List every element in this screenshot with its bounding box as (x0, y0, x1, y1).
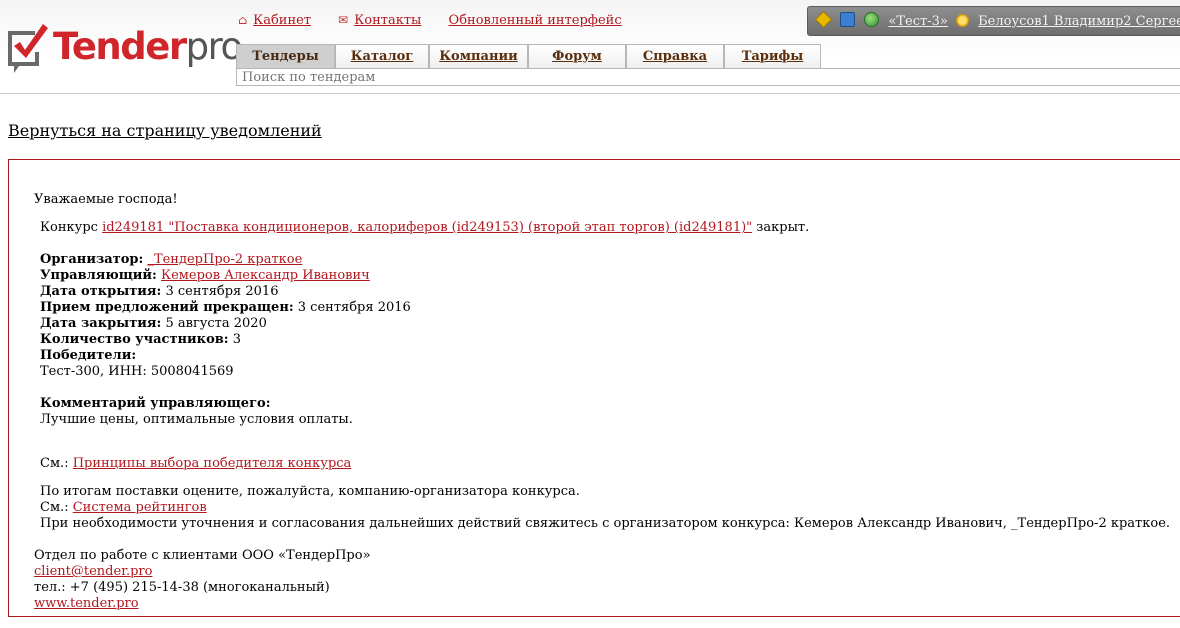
intro-suffix: закрыт. (756, 220, 810, 235)
rating-link[interactable]: Система рейтингов (73, 500, 207, 515)
participants-row: Количество участников: 3 (40, 332, 241, 348)
email-link[interactable]: client@tender.pro (34, 564, 152, 579)
tenderpro-logo[interactable]: Tenderpro (5, 22, 243, 76)
opened-row: Дата открытия: 3 сентября 2016 (40, 284, 278, 300)
email-row: client@tender.pro (34, 564, 152, 580)
back-to-notifications: Вернуться на страницу уведомлений (8, 121, 322, 140)
greeting: Уважаемые господа! (34, 192, 178, 207)
winners-value: Тест-300, ИНН: 5008041569 (40, 364, 234, 379)
logo-wordmark: Tenderpro (53, 25, 244, 69)
stopped-label: Прием предложений прекращен: (40, 300, 294, 315)
home-icon: ⌂ (238, 13, 248, 27)
participants-label: Количество участников: (40, 332, 229, 347)
tender-search-input[interactable] (236, 68, 1180, 86)
tab-catalog[interactable]: Каталог (335, 44, 429, 68)
company-link[interactable]: «Тест-3» (888, 14, 947, 29)
tab-tariffs[interactable]: Тарифы (724, 44, 821, 68)
organizer-label: Организатор: (40, 252, 144, 267)
see-label-2: См.: (40, 500, 69, 515)
opened-label: Дата открытия: (40, 284, 162, 299)
comment-label: Комментарий управляющего: (40, 396, 271, 411)
tab-tenders[interactable]: Тендеры (236, 44, 335, 68)
tender-closed-line: Конкурс id249181 "Поставка кондиционеров… (40, 220, 809, 236)
manager-label: Управляющий: (40, 268, 157, 283)
site-header: Tenderpro ⌂ Кабинет ✉ Контакты Обновленный… (0, 0, 1180, 94)
new-interface-link[interactable]: Обновленный интерфейс (449, 13, 622, 28)
contacts-link[interactable]: Контакты (354, 13, 421, 28)
top-links: ⌂ Кабинет ✉ Контакты Обновленный интерфейс (238, 13, 645, 28)
tab-forum[interactable]: Форум (528, 44, 626, 68)
comment-value: Лучшие цены, оптимальные условия оплаты. (40, 412, 353, 427)
tab-companies-label[interactable]: Компании (439, 49, 518, 64)
rate-text: По итогам поставки оцените, пожалуйста, … (40, 484, 580, 499)
cube-icon[interactable] (840, 12, 856, 27)
gear-icon[interactable] (955, 14, 969, 27)
tender-link[interactable]: id249181 "Поставка кондиционеров, калори… (102, 220, 752, 235)
tab-tenders-label[interactable]: Тендеры (252, 49, 319, 64)
user-bar: «Тест-3» Белоусов1 Владимир2 Сергеевич2 (807, 6, 1180, 36)
see-label: См.: (40, 456, 69, 471)
logo-check-icon (8, 24, 48, 73)
back-to-notifications-link[interactable]: Вернуться на страницу уведомлений (8, 121, 322, 140)
participants-value: 3 (232, 332, 241, 347)
principles-row: См.: Принципы выбора победителя конкурса (40, 456, 351, 472)
stopped-value: 3 сентября 2016 (297, 300, 411, 315)
organizer-row: Организатор: _ТендерПро-2 краткое (40, 252, 302, 268)
organizer-link[interactable]: _ТендерПро-2 краткое (147, 252, 302, 267)
closed-row: Дата закрытия: 5 августа 2020 (40, 316, 267, 332)
tab-help-label[interactable]: Справка (643, 49, 707, 64)
tab-forum-label[interactable]: Форум (552, 49, 602, 64)
notification-box: Уважаемые господа! Конкурс id249181 "Пос… (8, 159, 1180, 617)
closed-value: 5 августа 2020 (165, 316, 267, 331)
phone-text: тел.: +7 (495) 215-14-38 (многоканальный… (34, 580, 330, 595)
logo-brand-sub: pro (185, 25, 244, 68)
logo-brand-main: Tender (53, 25, 187, 68)
winners-row: Победители: (40, 348, 136, 364)
principles-link[interactable]: Принципы выбора победителя конкурса (73, 456, 352, 471)
rating-row: См.: Система рейтингов (40, 500, 207, 516)
tab-companies[interactable]: Компании (429, 44, 528, 68)
manager-row: Управляющий: Кемеров Александр Иванович (40, 268, 370, 284)
tab-catalog-label[interactable]: Каталог (351, 49, 414, 64)
stopped-row: Прием предложений прекращен: 3 сентября … (40, 300, 411, 316)
opened-value: 3 сентября 2016 (165, 284, 279, 299)
user-name-link[interactable]: Белоусов1 Владимир2 Сергеевич2 (978, 14, 1180, 29)
winners-label: Победители: (40, 348, 137, 363)
closed-label: Дата закрытия: (40, 316, 162, 331)
intro-prefix: Конкурс (40, 220, 98, 235)
comment-label-row: Комментарий управляющего: (40, 396, 271, 412)
manager-link[interactable]: Кемеров Александр Иванович (161, 268, 370, 283)
envelope-icon: ✉ (338, 13, 349, 27)
site-row: www.tender.pro (34, 596, 139, 612)
site-link[interactable]: www.tender.pro (34, 596, 139, 611)
tab-help[interactable]: Справка (626, 44, 724, 68)
dept-text: Отдел по работе с клиентами ООО «ТендерП… (34, 548, 371, 563)
tab-tariffs-label[interactable]: Тарифы (742, 49, 804, 64)
globe-icon[interactable] (864, 12, 880, 27)
cabinet-link[interactable]: Кабинет (253, 13, 311, 28)
contact-text: При необходимости уточнения и согласован… (40, 516, 1171, 531)
diamond-icon[interactable] (815, 11, 832, 28)
